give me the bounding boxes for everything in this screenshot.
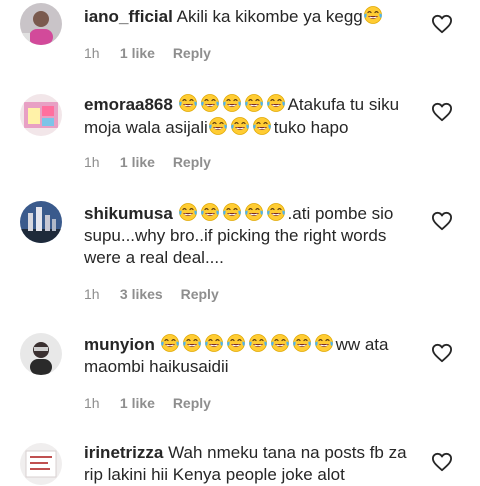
comment-text: Akili ka kikombe ya kegg	[176, 6, 385, 26]
face-with-tears-of-joy-icon	[178, 203, 197, 221]
avatar[interactable]	[20, 201, 62, 243]
face-with-tears-of-joy-icon	[292, 334, 311, 352]
comment-likes-count[interactable]: 1 like	[120, 395, 155, 411]
face-with-tears-of-joy-icon	[178, 94, 197, 112]
reply-button[interactable]: Reply	[173, 45, 211, 61]
reply-button[interactable]: Reply	[181, 286, 219, 302]
comment-username[interactable]: emoraa868	[84, 95, 173, 114]
comment-meta: 1h 3 likes Reply	[84, 286, 219, 302]
comment-body: munyion ww ata maombi haikusaidii	[84, 333, 414, 378]
face-with-tears-of-joy-icon	[226, 334, 245, 352]
comment-username[interactable]: iano_fficial	[84, 7, 173, 26]
avatar[interactable]	[20, 94, 62, 136]
comment-likes-count[interactable]: 1 like	[120, 45, 155, 61]
face-with-tears-of-joy-icon	[244, 94, 263, 112]
comment-body: iano_fficial Akili ka kikombe ya kegg	[84, 5, 414, 28]
comment-body: shikumusa .ati pombe sio supu...why bro.…	[84, 202, 414, 269]
heart-outline-icon[interactable]	[431, 102, 453, 122]
heart-outline-icon[interactable]	[431, 452, 453, 472]
face-with-tears-of-joy-icon	[314, 334, 333, 352]
comment-timestamp: 1h	[84, 154, 100, 170]
face-with-tears-of-joy-icon	[266, 94, 285, 112]
heart-outline-icon[interactable]	[431, 211, 453, 231]
face-with-tears-of-joy-icon	[182, 334, 201, 352]
comment-timestamp: 1h	[84, 286, 100, 302]
face-with-tears-of-joy-icon	[252, 117, 271, 135]
face-with-tears-of-joy-icon	[363, 6, 382, 24]
comment-likes-count[interactable]: 1 like	[120, 154, 155, 170]
comment-username[interactable]: munyion	[84, 335, 155, 354]
avatar[interactable]	[20, 3, 62, 45]
comment-body: irinetrizza Wah nmeku tana na posts fb z…	[84, 442, 414, 486]
face-with-tears-of-joy-icon	[230, 117, 249, 135]
face-with-tears-of-joy-icon	[248, 334, 267, 352]
comment-body: emoraa868 Atakufa tu siku moja wala asij…	[84, 93, 414, 139]
face-with-tears-of-joy-icon	[222, 203, 241, 221]
reply-button[interactable]: Reply	[173, 395, 211, 411]
comment-meta: 1h 1 like Reply	[84, 395, 211, 411]
face-with-tears-of-joy-icon	[208, 117, 227, 135]
comment-meta: 1h 1 like Reply	[84, 154, 211, 170]
comment-text-segment: Akili ka kikombe ya kegg	[176, 7, 363, 26]
face-with-tears-of-joy-icon	[222, 94, 241, 112]
comment-username[interactable]: shikumusa	[84, 204, 173, 223]
face-with-tears-of-joy-icon	[266, 203, 285, 221]
heart-outline-icon[interactable]	[431, 14, 453, 34]
comment-text-segment: tuko hapo	[273, 118, 349, 137]
comment-likes-count[interactable]: 3 likes	[120, 286, 163, 302]
reply-button[interactable]: Reply	[173, 154, 211, 170]
comment-username[interactable]: irinetrizza	[84, 443, 163, 462]
face-with-tears-of-joy-icon	[270, 334, 289, 352]
face-with-tears-of-joy-icon	[244, 203, 263, 221]
avatar[interactable]	[20, 443, 62, 485]
face-with-tears-of-joy-icon	[200, 203, 219, 221]
face-with-tears-of-joy-icon	[200, 94, 219, 112]
avatar[interactable]	[20, 333, 62, 375]
comment-meta: 1h 1 like Reply	[84, 45, 211, 61]
face-with-tears-of-joy-icon	[204, 334, 223, 352]
heart-outline-icon[interactable]	[431, 343, 453, 363]
face-with-tears-of-joy-icon	[160, 334, 179, 352]
comment-timestamp: 1h	[84, 45, 100, 61]
comment-timestamp: 1h	[84, 395, 100, 411]
